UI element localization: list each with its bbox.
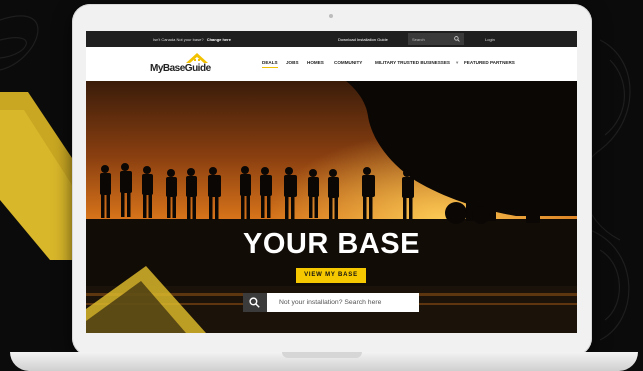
base-notice: Isn't Canada Not your base? Change here — [153, 37, 231, 42]
download-guide-link[interactable]: Download Installation Guide — [338, 37, 388, 42]
base-notice-text: Isn't Canada Not your base? — [153, 37, 204, 42]
change-base-link[interactable]: Change here — [207, 37, 231, 42]
nav-jobs[interactable]: JOBS — [286, 60, 299, 65]
nav-community[interactable]: COMMUNITY — [334, 60, 362, 65]
nav-featured-partners[interactable]: FEATURED PARTNERS — [464, 60, 515, 65]
installation-search-input[interactable]: Not your installation? Search here — [243, 293, 419, 312]
laptop-screen: Isn't Canada Not your base? Change here … — [86, 31, 577, 333]
top-utility-bar: Isn't Canada Not your base? Change here … — [86, 31, 577, 47]
search-icon[interactable] — [454, 36, 460, 42]
main-navbar: MyBaseGuide DEALS JOBS HOMES COMMUNITY M… — [86, 47, 577, 81]
webcam-dot — [329, 14, 333, 18]
nav-dropdown-chevron-icon[interactable]: ▾ — [456, 60, 458, 66]
installation-search-placeholder: Not your installation? Search here — [279, 299, 382, 306]
view-my-base-button[interactable]: VIEW MY BASE — [296, 268, 366, 283]
top-search-input[interactable]: Search — [408, 33, 464, 45]
hero-title: YOUR BASE — [243, 228, 420, 260]
nav-deals[interactable]: DEALS — [262, 60, 278, 69]
nav-military-trusted-businesses[interactable]: MILITARY TRUSTED BUSINESSES — [375, 60, 450, 65]
search-icon — [249, 297, 260, 308]
login-link[interactable]: Login — [485, 37, 495, 42]
nav-homes[interactable]: HOMES — [307, 60, 324, 65]
hero-search-button[interactable] — [243, 293, 267, 312]
hero-section: YOUR BASE VIEW MY BASE Not your installa… — [86, 81, 577, 333]
top-search-placeholder: Search — [412, 37, 425, 42]
laptop-notch — [282, 352, 362, 358]
site-logo[interactable]: MyBaseGuide — [150, 53, 214, 77]
logo-text: MyBaseGuide — [150, 63, 211, 74]
